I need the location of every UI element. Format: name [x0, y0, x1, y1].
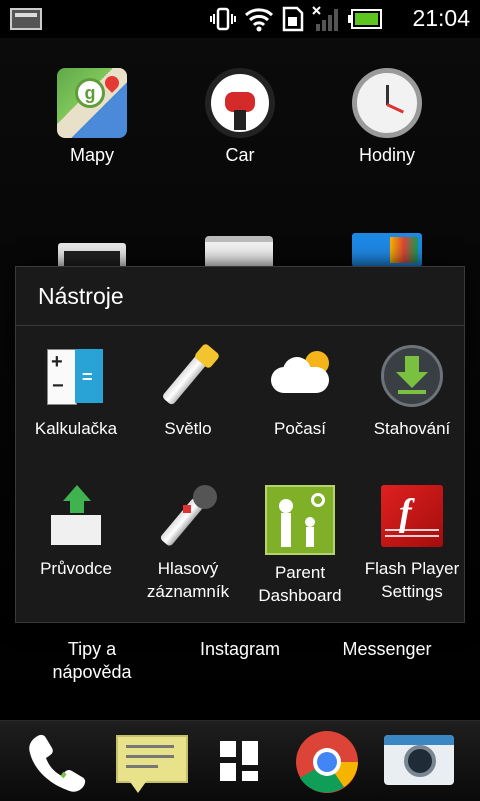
- app-downloads[interactable]: Stahování: [356, 345, 468, 440]
- app-flashlight[interactable]: Světlo: [132, 342, 244, 440]
- app-tips[interactable]: Tipy a nápověda: [12, 638, 172, 684]
- app-label-line1: Flash Player: [364, 559, 460, 578]
- clock-time: 21:04: [412, 5, 470, 31]
- app-label: Instagram: [199, 639, 281, 659]
- store-icon[interactable]: [205, 236, 273, 268]
- app-calculator[interactable]: + − = Kalkulačka: [20, 345, 132, 440]
- app-label-line2: záznamník: [146, 582, 230, 601]
- flash-icon: f: [381, 485, 443, 547]
- dropbox-icon[interactable]: [352, 233, 422, 267]
- parent-dashboard-icon: [265, 485, 335, 555]
- battery-icon: [348, 9, 382, 29]
- app-instagram[interactable]: Instagram: [160, 638, 320, 661]
- app-label: Messenger: [342, 639, 432, 659]
- app-label: Počasí: [274, 419, 326, 438]
- app-transfer[interactable]: Průvodce: [20, 485, 132, 580]
- status-icons: [210, 6, 382, 32]
- app-label: Kalkulačka: [34, 419, 118, 438]
- app-label: Stahování: [373, 419, 451, 438]
- camera-icon[interactable]: [384, 729, 454, 795]
- clock-icon: [352, 68, 422, 138]
- app-voice-recorder[interactable]: Hlasový záznamník: [132, 485, 244, 603]
- app-flash-settings[interactable]: f Flash Player Settings: [356, 485, 468, 603]
- app-maps[interactable]: g Mapy: [12, 68, 172, 167]
- transfer-icon: [45, 485, 107, 547]
- dock: [0, 720, 480, 801]
- car-steering-icon: [205, 68, 275, 138]
- app-label-line2: nápověda: [52, 662, 132, 682]
- phone-icon[interactable]: [20, 729, 90, 795]
- no-signal-icon: [312, 6, 338, 31]
- messages-icon[interactable]: [114, 729, 188, 795]
- app-label: Hodiny: [358, 145, 416, 165]
- app-clock[interactable]: Hodiny: [307, 68, 467, 167]
- app-label: Světlo: [164, 419, 212, 438]
- app-label-line2: Settings: [381, 582, 443, 601]
- apps-grid-icon[interactable]: [206, 729, 276, 795]
- app-parent-dashboard[interactable]: Parent Dashboard: [244, 485, 356, 607]
- calculator-icon: + − =: [45, 345, 107, 407]
- download-icon: [381, 345, 443, 407]
- app-label-line2: Dashboard: [258, 586, 342, 605]
- app-label: Car: [225, 145, 255, 165]
- app-messenger[interactable]: Messenger: [307, 638, 467, 661]
- vibrate-icon: [210, 7, 236, 31]
- maps-icon: g: [57, 68, 127, 138]
- chrome-icon[interactable]: [292, 729, 362, 795]
- app-label-line1: Tipy a: [67, 639, 117, 659]
- wifi-icon: [244, 8, 274, 32]
- app-weather[interactable]: Počasí: [244, 345, 356, 440]
- app-label: Mapy: [69, 145, 114, 165]
- app-label: Průvodce: [40, 559, 112, 578]
- app-car[interactable]: Car: [160, 68, 320, 167]
- notification-icon: [10, 8, 42, 30]
- sim-icon: [282, 6, 304, 32]
- microphone-icon: [157, 485, 219, 548]
- flashlight-icon: [157, 342, 221, 407]
- weather-icon: [269, 345, 331, 407]
- app-label-line1: Hlasový: [157, 559, 219, 578]
- app-label-line1: Parent: [274, 563, 326, 582]
- divider: [16, 325, 464, 326]
- folder-popup: Nástroje + − = Kalkulačka Světlo Počasí: [15, 266, 465, 623]
- status-bar[interactable]: 21:04: [0, 0, 480, 38]
- folder-title[interactable]: Nástroje: [38, 283, 124, 310]
